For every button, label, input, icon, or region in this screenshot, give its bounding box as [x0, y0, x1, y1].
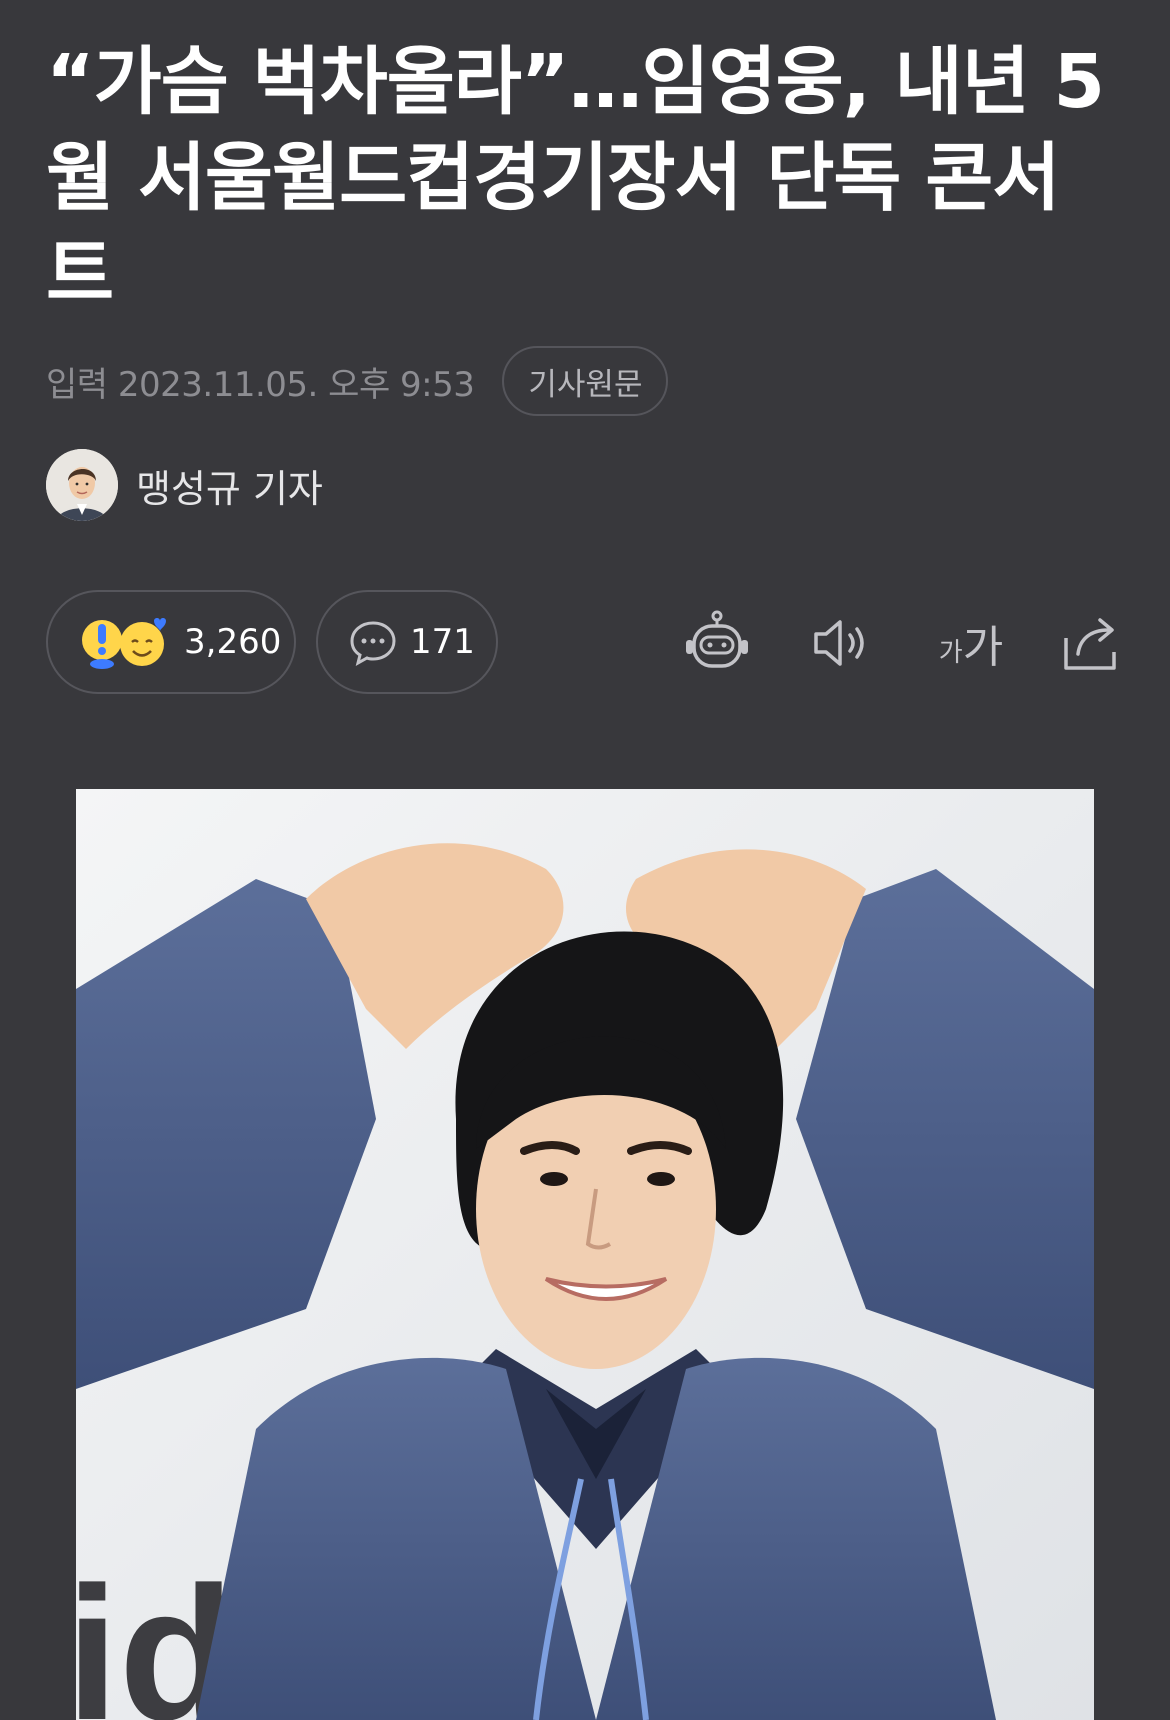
surprised-emoji-icon	[82, 620, 122, 669]
input-label: 입력	[46, 364, 108, 405]
robot-summary-icon[interactable]	[682, 608, 752, 678]
action-toolbar: 3,260 171 가 가	[46, 590, 1126, 694]
comment-bubble-icon	[348, 617, 398, 667]
reaction-emojis	[82, 618, 166, 669]
comments-button[interactable]: 171	[316, 590, 498, 694]
publish-date: 입력 2023.11.05. 오후 9:53	[46, 357, 475, 406]
reaction-count: 3,260	[184, 622, 282, 662]
article-headline: “가슴 벅차올라”…임영웅, 내년 5 월 서울월드컵경기장서 단독 콘서 트	[46, 34, 1126, 322]
comment-count: 171	[410, 622, 475, 662]
share-icon[interactable]	[1056, 608, 1126, 678]
author-name: 맹성규 기자	[136, 466, 323, 511]
headline-line-3: 트	[46, 231, 114, 317]
article-photo[interactable]: id	[76, 789, 1094, 1720]
headline-line-2: 월 서울월드컵경기장서 단독 콘서	[46, 135, 1060, 221]
author-info[interactable]: 맹성규 기자	[46, 449, 323, 521]
date-value: 2023.11.05. 오후 9:53	[117, 364, 475, 405]
smile-emoji-icon	[120, 618, 166, 666]
original-article-label: 기사원문	[528, 366, 643, 403]
article-meta: 입력 2023.11.05. 오후 9:53 기사원문	[46, 345, 669, 417]
headline-line-1: “가슴 벅차올라”…임영웅, 내년 5	[46, 39, 1105, 125]
article-page: “가슴 벅차올라”…임영웅, 내년 5 월 서울월드컵경기장서 단독 콘서 트 …	[0, 0, 1170, 1720]
speaker-icon[interactable]	[806, 608, 876, 678]
author-avatar	[46, 449, 118, 521]
avatar-portrait	[46, 449, 118, 521]
font-size-icon[interactable]: 가가	[926, 608, 1016, 678]
photo-illustration: id	[76, 789, 1094, 1720]
reactions-button[interactable]: 3,260	[46, 590, 296, 694]
original-article-button[interactable]: 기사원문	[502, 346, 669, 416]
